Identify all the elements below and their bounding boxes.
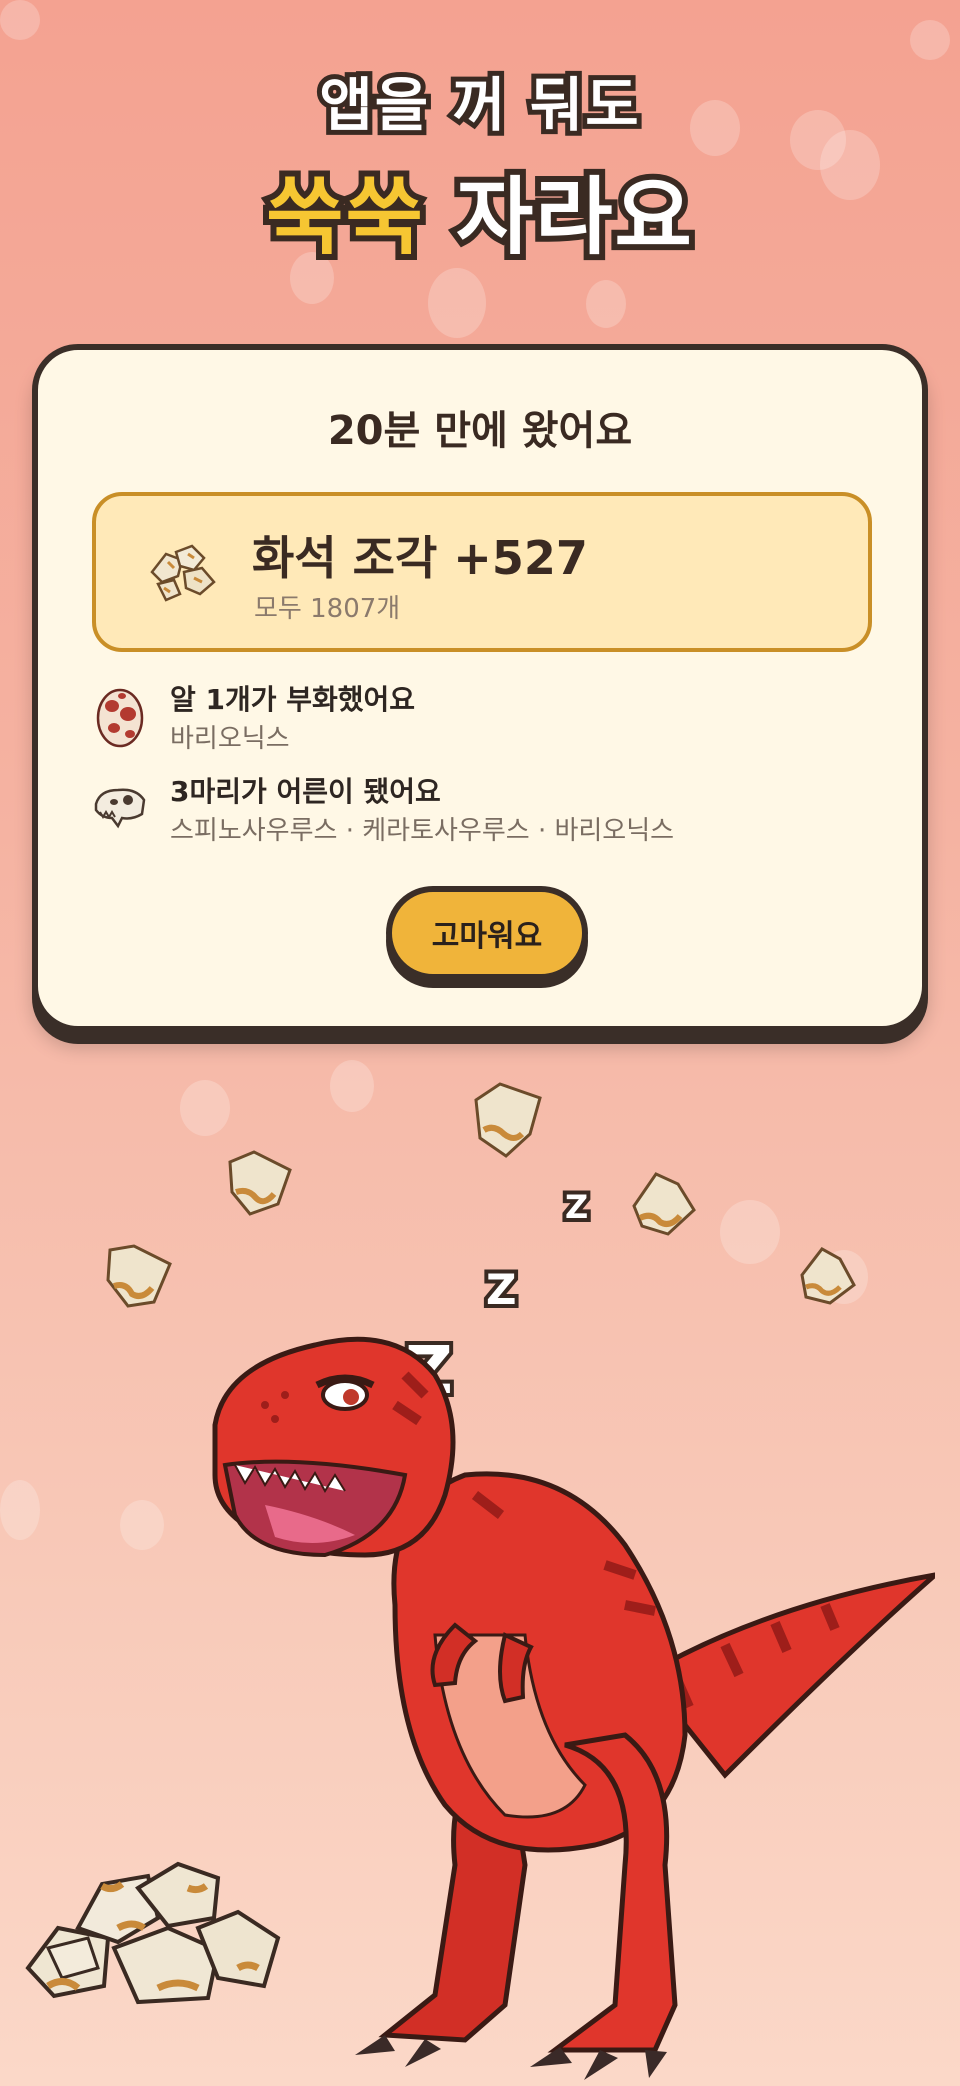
floating-fossil-icon (800, 1247, 856, 1305)
t-rex-character (212, 1336, 935, 2080)
thanks-button[interactable]: 고마워요 (386, 886, 588, 980)
fossil-pile-icon (25, 1861, 281, 2005)
floating-fossil-icon (474, 1082, 542, 1158)
floating-fossil-icon (228, 1150, 292, 1216)
headline-line2: 쑥쑥 자라요 (0, 150, 960, 272)
event-title: 알 1개가 부화했어요 (170, 683, 416, 716)
event-subtitle: 스피노사우루스 · 케라토사우루스 · 바리오닉스 (170, 816, 675, 846)
event-row-grown: 3마리가 어른이 됐어요 스피노사우루스 · 케라토사우루스 · 바리오닉스 (92, 770, 872, 850)
dino-skull-icon (94, 788, 146, 829)
reward-box: 화석 조각 +527 모두 1807개 (92, 492, 872, 652)
headline: 앱을 꺼 둬도 쑥쑥 자라요 (0, 58, 960, 272)
reward-total: 모두 1807개 (254, 594, 401, 624)
event-title: 3마리가 어른이 됐어요 (170, 775, 441, 808)
reward-amount: 화석 조각 +527 (252, 531, 588, 585)
headline-rest: 자라요 (450, 162, 698, 272)
floating-fossil-icon (106, 1244, 172, 1308)
headline-line1: 앱을 꺼 둬도 (314, 66, 643, 144)
event-subtitle: 바리오닉스 (170, 724, 290, 754)
fossil-piece-icon (150, 544, 216, 602)
welcome-back-card: 20분 만에 왔어요 화석 조각 +527 모두 1807개 알 1개가 부화했… (32, 344, 928, 1032)
event-row-hatched: 알 1개가 부화했어요 바리오닉스 (92, 678, 872, 758)
card-title: 20분 만에 왔어요 (327, 408, 633, 454)
floating-fossil-icon (632, 1172, 696, 1236)
egg-icon (96, 688, 144, 748)
sleep-z-small: Z (561, 1184, 592, 1230)
headline-highlight: 쑥쑥 (260, 162, 429, 272)
